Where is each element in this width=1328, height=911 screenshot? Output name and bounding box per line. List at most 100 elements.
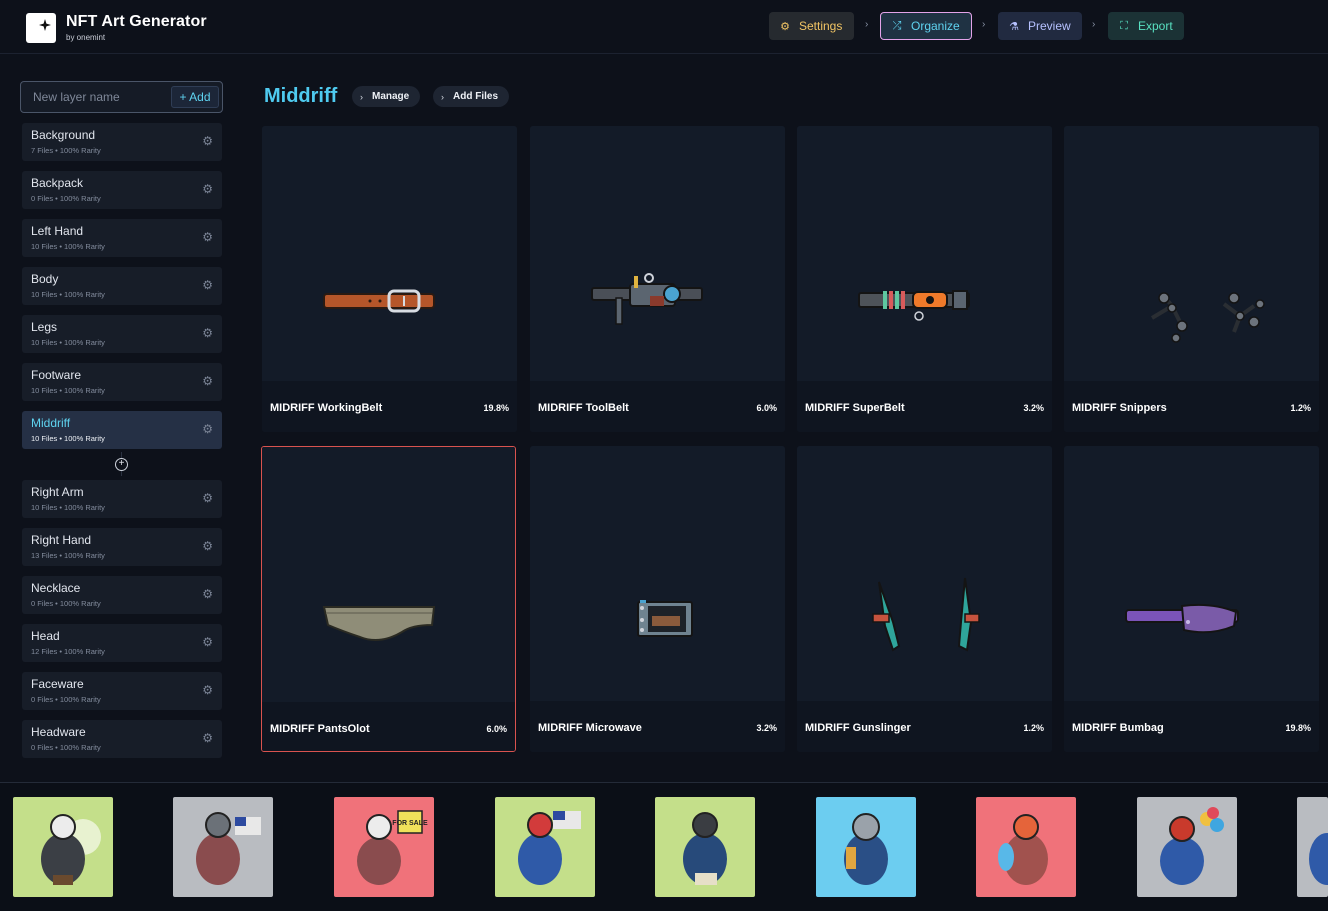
layer-meta: 10 Files • 100% Rarity [31,386,105,395]
character-preview [1137,797,1237,897]
preview-thumbnail[interactable]: FOR SALE [334,797,434,897]
layer-meta: 0 Files • 100% Rarity [31,695,101,704]
trait-card-pantsolot[interactable]: MIDRIFF PantsOlot 6.0% [261,446,516,752]
character-preview [173,797,273,897]
trait-rarity: 19.8% [483,403,509,413]
layer-name: Body [31,272,59,286]
preview-thumbnail[interactable] [976,797,1076,897]
step-preview-button[interactable]: ⚗ Preview [998,12,1082,40]
manage-label: Manage [372,91,410,102]
step-settings-button[interactable]: ⚙ Settings [769,12,854,40]
toolbelt-illustration [591,273,703,325]
character-preview [655,797,755,897]
layer-item-necklace[interactable]: Necklace 0 Files • 100% Rarity ⚙ [22,576,222,614]
trait-rarity: 6.0% [486,724,507,734]
gear-icon[interactable]: ⚙ [202,183,213,195]
step-export-button[interactable]: ⛶ Export [1108,12,1184,40]
step-organize-button[interactable]: ⤮ Organize [880,12,972,40]
app-subtitle: by onemint [66,33,106,42]
new-layer-form: + Add [20,81,223,113]
trait-image [1064,126,1319,381]
gear-icon[interactable]: ⚙ [202,135,213,147]
app-title: NFT Art Generator [66,13,207,30]
layer-name: Faceware [31,677,84,691]
gear-icon[interactable]: ⚙ [202,279,213,291]
trait-image [530,446,785,701]
insert-layer-icon[interactable]: + [115,458,128,471]
gear-icon[interactable]: ⚙ [202,231,213,243]
trait-card-microwave[interactable]: MIDRIFF Microwave 3.2% [530,446,785,752]
layer-item-faceware[interactable]: Faceware 0 Files • 100% Rarity ⚙ [22,672,222,710]
step-label: Export [1138,19,1173,33]
layer-item-head[interactable]: Head 12 Files • 100% Rarity ⚙ [22,624,222,662]
preview-thumbnail[interactable] [1137,797,1237,897]
preview-thumbnail[interactable] [173,797,273,897]
layer-name: Left Hand [31,224,84,238]
chevron-right-icon: › [1092,19,1096,30]
layer-item-background[interactable]: Background 7 Files • 100% Rarity ⚙ [22,123,222,161]
trait-name: MIDRIFF PantsOlot [270,723,370,735]
gear-icon: ⚙ [780,20,790,33]
layer-meta: 12 Files • 100% Rarity [31,647,105,656]
character-preview [976,797,1076,897]
add-files-button[interactable]: › Add Files [433,86,509,107]
layer-meta: 0 Files • 100% Rarity [31,743,101,752]
microwave-illustration [637,600,693,637]
layer-name: Backpack [31,176,84,190]
gear-icon[interactable]: ⚙ [202,492,213,504]
sparkle-icon [39,19,51,31]
layer-item-footware[interactable]: Footware 10 Files • 100% Rarity ⚙ [22,363,222,401]
layer-name: Footware [31,368,82,382]
step-label: Organize [911,19,960,33]
layer-item-right-arm[interactable]: Right Arm 10 Files • 100% Rarity ⚙ [22,480,222,518]
gear-icon[interactable]: ⚙ [202,636,213,648]
layer-item-middriff[interactable]: Middriff 10 Files • 100% Rarity ⚙ [22,411,222,449]
preview-thumbnail[interactable] [495,797,595,897]
preview-thumbnail[interactable] [816,797,916,897]
shuffle-icon: ⤮ [892,19,902,32]
layer-item-legs[interactable]: Legs 10 Files • 100% Rarity ⚙ [22,315,222,353]
app-logo[interactable] [26,13,56,43]
layer-item-backpack[interactable]: Backpack 0 Files • 100% Rarity ⚙ [22,171,222,209]
layer-name: Right Arm [31,485,84,499]
layer-item-left-hand[interactable]: Left Hand 10 Files • 100% Rarity ⚙ [22,219,222,257]
trait-name: MIDRIFF Microwave [538,722,642,734]
bumbag-illustration [1125,603,1239,634]
gear-icon[interactable]: ⚙ [202,540,213,552]
layer-title: Middriff [264,85,338,107]
trait-image [797,126,1052,381]
gear-icon[interactable]: ⚙ [202,423,213,435]
trait-card-snippers[interactable]: MIDRIFF Snippers 1.2% [1064,126,1319,432]
trait-card-toolbelt[interactable]: MIDRIFF ToolBelt 6.0% [530,126,785,432]
add-files-label: Add Files [453,91,499,102]
new-layer-input[interactable] [21,82,169,112]
app-header: NFT Art Generator by onemint ⚙ Settings … [0,0,1328,54]
gear-icon[interactable]: ⚙ [202,375,213,387]
preview-thumbnail[interactable] [655,797,755,897]
gunslinger-illustration [872,577,980,652]
trait-card-gunslinger[interactable]: MIDRIFF Gunslinger 1.2% [797,446,1052,752]
gear-icon[interactable]: ⚙ [202,327,213,339]
trait-rarity: 1.2% [1290,403,1311,413]
layer-item-body[interactable]: Body 10 Files • 100% Rarity ⚙ [22,267,222,305]
layer-name: Background [31,128,96,142]
layer-item-right-hand[interactable]: Right Hand 13 Files • 100% Rarity ⚙ [22,528,222,566]
layer-name: Middriff [31,416,71,430]
gear-icon[interactable]: ⚙ [202,588,213,600]
manage-button[interactable]: › Manage [352,86,420,107]
gear-icon[interactable]: ⚙ [202,684,213,696]
add-layer-button[interactable]: + Add [171,86,219,108]
layer-meta: 10 Files • 100% Rarity [31,242,105,251]
character-preview [816,797,916,897]
preview-thumbnail[interactable] [1297,797,1328,897]
layer-meta: 10 Files • 100% Rarity [31,503,105,512]
chevron-right-icon: › [441,91,444,102]
trait-name: MIDRIFF Gunslinger [805,722,911,734]
gear-icon[interactable]: ⚙ [202,732,213,744]
trait-card-superbelt[interactable]: MIDRIFF SuperBelt 3.2% [797,126,1052,432]
step-label: Settings [799,19,843,33]
trait-card-workingbelt[interactable]: MIDRIFF WorkingBelt 19.8% [262,126,517,432]
trait-card-bumbag[interactable]: MIDRIFF Bumbag 19.8% [1064,446,1319,752]
layer-item-headware[interactable]: Headware 0 Files • 100% Rarity ⚙ [22,720,222,758]
preview-thumbnail[interactable] [13,797,113,897]
